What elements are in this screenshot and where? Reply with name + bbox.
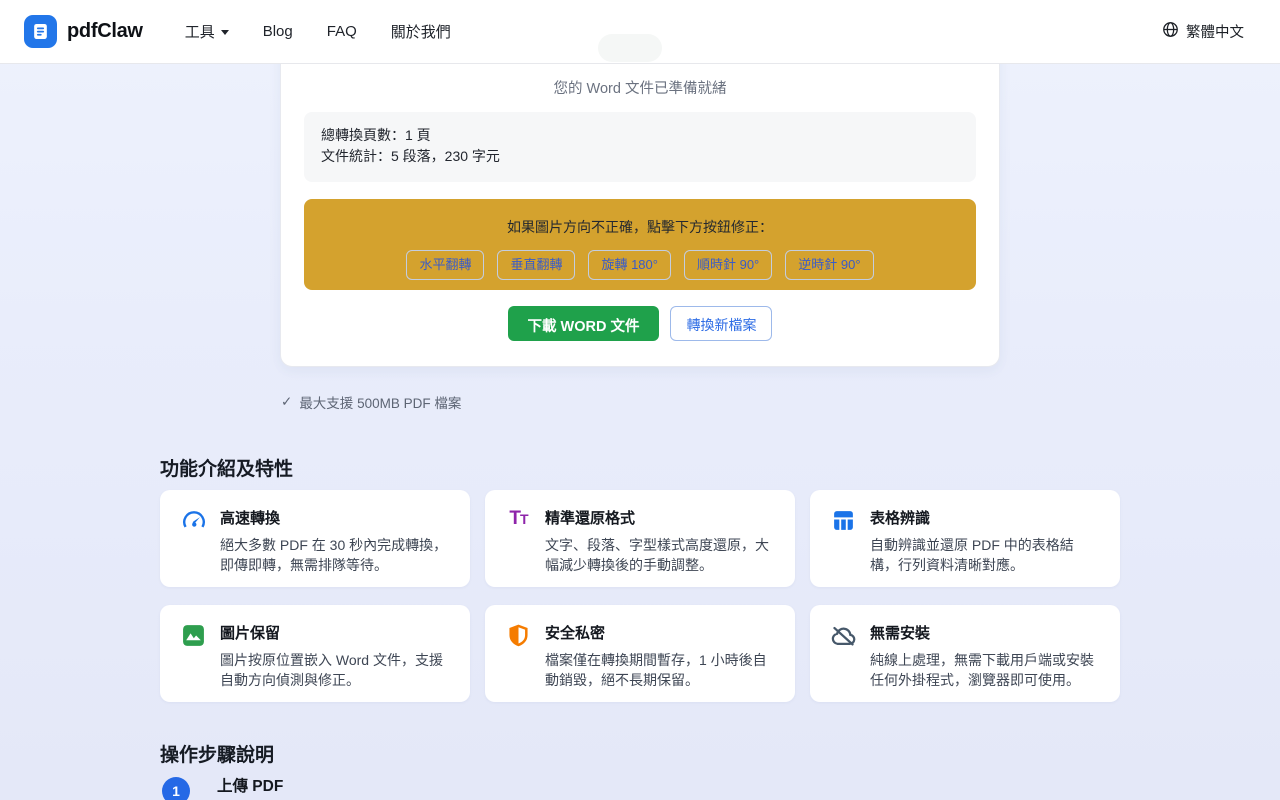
feature-title: 無需安裝 [870, 622, 1100, 643]
feature-card-no-install: 無需安裝 純線上處理，無需下載用戶端或安裝任何外掛程式，瀏覽器即可使用。 [810, 605, 1120, 702]
feature-title: 安全私密 [545, 622, 775, 643]
nav-item-blog[interactable]: Blog [263, 23, 293, 40]
max-size-note: ✓ 最大支援 500MB PDF 檔案 [281, 392, 461, 412]
conversion-stats-box: 總轉換頁數：1 頁 文件統計：5 段落，230 字元 [304, 112, 976, 182]
feature-desc: 圖片按原位置嵌入 Word 文件，支援自動方向偵測與修正。 [220, 650, 450, 690]
feature-desc: 絕大多數 PDF 在 30 秒內完成轉換，即傳即轉，無需排隊等待。 [220, 535, 450, 575]
feature-title: 高速轉換 [220, 507, 450, 528]
feature-card-security: 安全私密 檔案僅在轉換期間暫存，1 小時後自動銷毀，絕不長期保留。 [485, 605, 795, 702]
nav-item-about[interactable]: 關於我們 [391, 21, 451, 42]
feature-card-image: 圖片保留 圖片按原位置嵌入 Word 文件，支援自動方向偵測與修正。 [160, 605, 470, 702]
feature-title: 表格辨識 [870, 507, 1100, 528]
cloud-off-icon [830, 623, 857, 650]
nav-item-faq[interactable]: FAQ [327, 23, 357, 40]
rotate-cw-90-button[interactable]: 順時針 90° [684, 250, 772, 280]
feature-title: 精準還原格式 [545, 507, 775, 528]
image-icon [180, 623, 207, 650]
pdfclaw-logo-icon [24, 15, 57, 48]
steps-section-title: 操作步驟說明 [160, 740, 274, 767]
step-number-badge: 1 [162, 777, 190, 800]
feature-card-format: TT 精準還原格式 文字、段落、字型樣式高度還原，大幅減少轉換後的手動調整。 [485, 490, 795, 587]
max-size-note-text: 最大支援 500MB PDF 檔案 [299, 392, 461, 412]
feature-card-table: 表格辨識 自動辨識並還原 PDF 中的表格結構，行列資料清晰對應。 [810, 490, 1120, 587]
flip-horizontal-button[interactable]: 水平翻轉 [406, 250, 484, 280]
orientation-fix-panel: 如果圖片方向不正確，點擊下方按鈕修正： 水平翻轉 垂直翻轉 旋轉 180° 順時… [304, 199, 976, 290]
result-actions-row: 下載 WORD 文件 轉換新檔案 [280, 306, 1000, 341]
step-item-1: 1 上傳 PDF 將檔案拖拉到上傳區，或點擊「選擇檔案」按鈕選擇本機 PDF（最… [162, 774, 703, 800]
nav-item-tools[interactable]: 工具 [185, 21, 229, 42]
partial-success-icon [598, 34, 662, 62]
rotate-ccw-90-button[interactable]: 逆時針 90° [785, 250, 873, 280]
brand-name: pdfClaw [67, 20, 143, 43]
shield-icon [505, 623, 532, 650]
feature-desc: 文字、段落、字型樣式高度還原，大幅減少轉換後的手動調整。 [545, 535, 775, 575]
chevron-down-icon [221, 30, 229, 35]
flip-vertical-button[interactable]: 垂直翻轉 [497, 250, 575, 280]
stats-document: 文件統計：5 段落，230 字元 [321, 146, 959, 167]
brand[interactable]: pdfClaw [24, 15, 143, 48]
page-root: 您的 Word 文件已準備就緒 總轉換頁數：1 頁 文件統計：5 段落，230 … [0, 0, 1280, 800]
feature-desc: 自動辨識並還原 PDF 中的表格結構，行列資料清晰對應。 [870, 535, 1100, 575]
stats-pages: 總轉換頁數：1 頁 [321, 125, 959, 146]
rotate-180-button[interactable]: 旋轉 180° [588, 250, 671, 280]
nav-links: 工具 Blog FAQ 關於我們 [185, 21, 451, 42]
check-icon: ✓ [281, 394, 292, 410]
language-label: 繁體中文 [1186, 21, 1244, 42]
convert-new-file-button[interactable]: 轉換新檔案 [670, 306, 772, 341]
feature-desc: 純線上處理，無需下載用戶端或安裝任何外掛程式，瀏覽器即可使用。 [870, 650, 1100, 690]
download-word-button[interactable]: 下載 WORD 文件 [508, 306, 660, 341]
feature-card-speed: 高速轉換 絕大多數 PDF 在 30 秒內完成轉換，即傳即轉，無需排隊等待。 [160, 490, 470, 587]
language-selector[interactable]: 繁體中文 [1162, 21, 1244, 42]
ready-status-text: 您的 Word 文件已準備就緒 [280, 77, 1000, 98]
globe-icon [1162, 21, 1179, 42]
features-section-title: 功能介紹及特性 [160, 454, 293, 481]
features-grid: 高速轉換 絕大多數 PDF 在 30 秒內完成轉換，即傳即轉，無需排隊等待。 T… [160, 490, 1120, 702]
feature-title: 圖片保留 [220, 622, 450, 643]
speed-icon [180, 508, 207, 535]
step-title: 上傳 PDF [217, 774, 703, 796]
table-icon [830, 508, 857, 535]
orientation-buttons-row: 水平翻轉 垂直翻轉 旋轉 180° 順時針 90° 逆時針 90° [304, 250, 976, 280]
feature-desc: 檔案僅在轉換期間暫存，1 小時後自動銷毀，絕不長期保留。 [545, 650, 775, 690]
typography-icon: TT [505, 508, 532, 535]
orientation-fix-title: 如果圖片方向不正確，點擊下方按鈕修正： [304, 217, 976, 237]
